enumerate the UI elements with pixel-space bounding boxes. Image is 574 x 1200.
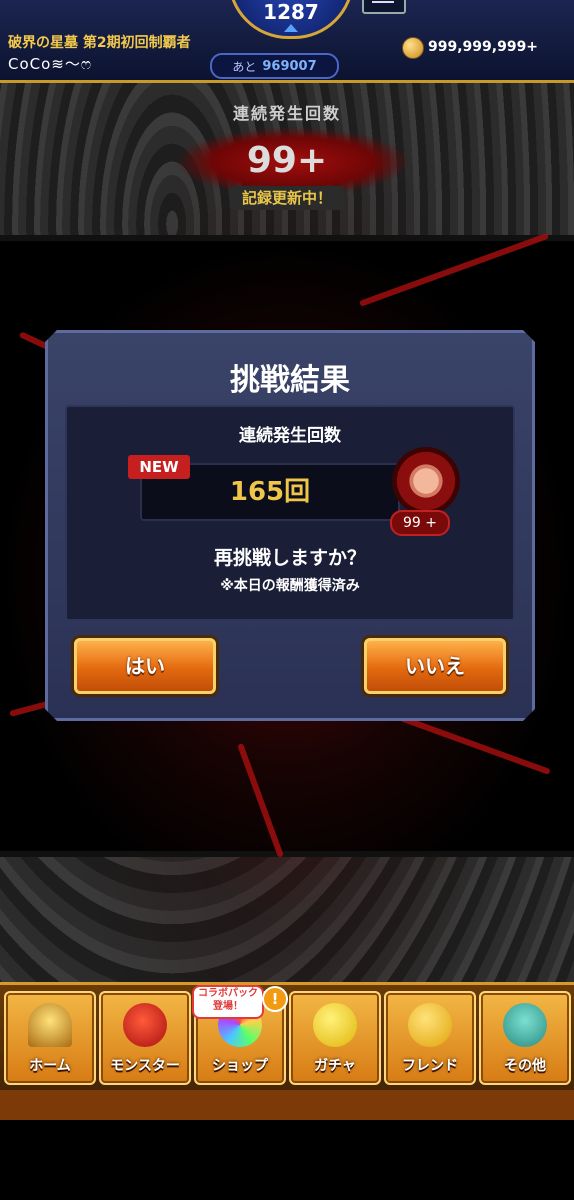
fist-icon — [392, 447, 460, 515]
balloons-icon — [408, 1003, 452, 1047]
red-streak — [237, 742, 284, 858]
screen-footer — [0, 1120, 574, 1200]
fist-count-badge: 99 + — [390, 510, 450, 536]
nav-friend[interactable]: フレンド — [384, 991, 476, 1085]
nav-home-label: ホーム — [29, 1058, 71, 1074]
nav-gacha[interactable]: ガチャ — [289, 991, 381, 1085]
nav-shop-label: ショップ — [212, 1058, 268, 1074]
home-gate-icon — [28, 1003, 72, 1047]
stage-streak-label: 連続発生回数 — [232, 104, 341, 123]
collab-pack-badge: コラボパック 登場！ — [192, 985, 264, 1019]
stage-streak-count: 99+ — [246, 140, 328, 181]
bottom-strip — [0, 1090, 574, 1120]
level-value: 1287 — [263, 0, 319, 24]
yes-button[interactable]: はい — [74, 638, 216, 694]
egg-icon — [313, 1003, 357, 1047]
nav-gacha-label: ガチャ — [314, 1058, 356, 1074]
level-ring[interactable]: 1287 — [228, 0, 354, 39]
retry-question: 再挑戦しますか？ — [213, 547, 366, 569]
exp-label: あと — [232, 59, 257, 74]
nav-friend-label: フレンド — [402, 1058, 458, 1074]
nav-monster[interactable]: モンスター — [99, 991, 191, 1085]
exp-remaining: あと 969007 — [210, 53, 339, 79]
top-status-bar: 1287 破界の星墓 第2期初回制覇者 CoCo≋〜ෆ あと 969007 99… — [0, 0, 574, 83]
player-name: CoCo≋〜ෆ — [8, 55, 93, 73]
nav-monster-label: モンスター — [110, 1058, 180, 1074]
record-updating-badge: 記録更新中！ — [230, 186, 344, 210]
dialog-title: 挑戦結果 — [230, 363, 350, 398]
red-streak — [358, 232, 549, 307]
nav-home[interactable]: ホーム — [4, 991, 96, 1085]
nav-other-label: その他 — [504, 1058, 546, 1074]
alert-icon: ! — [262, 986, 288, 1012]
result-streak-label: 連続発生回数 — [239, 426, 341, 446]
reward-note: ※本日の報酬獲得済み — [220, 578, 360, 594]
menu-icon[interactable] — [362, 0, 406, 14]
coin-icon — [402, 37, 424, 59]
rank-title: 破界の星墓 第2期初回制覇者 — [8, 35, 191, 51]
coin-count: 999,999,999+ — [428, 39, 539, 55]
exp-value: 969007 — [262, 58, 317, 74]
challenge-result-dialog: 挑戦結果 連続発生回数 165回 NEW 99 + 再挑戦しますか？ ※本日の報… — [45, 330, 535, 721]
new-badge: NEW — [128, 455, 190, 479]
no-button[interactable]: いいえ — [364, 638, 506, 694]
red-dragon-icon — [123, 1003, 167, 1047]
question-icon — [503, 1003, 547, 1047]
nav-other[interactable]: その他 — [479, 991, 571, 1085]
level-arrow-icon — [284, 24, 298, 32]
result-panel: 連続発生回数 165回 NEW 99 + 再挑戦しますか？ ※本日の報酬獲得済み — [65, 405, 515, 621]
